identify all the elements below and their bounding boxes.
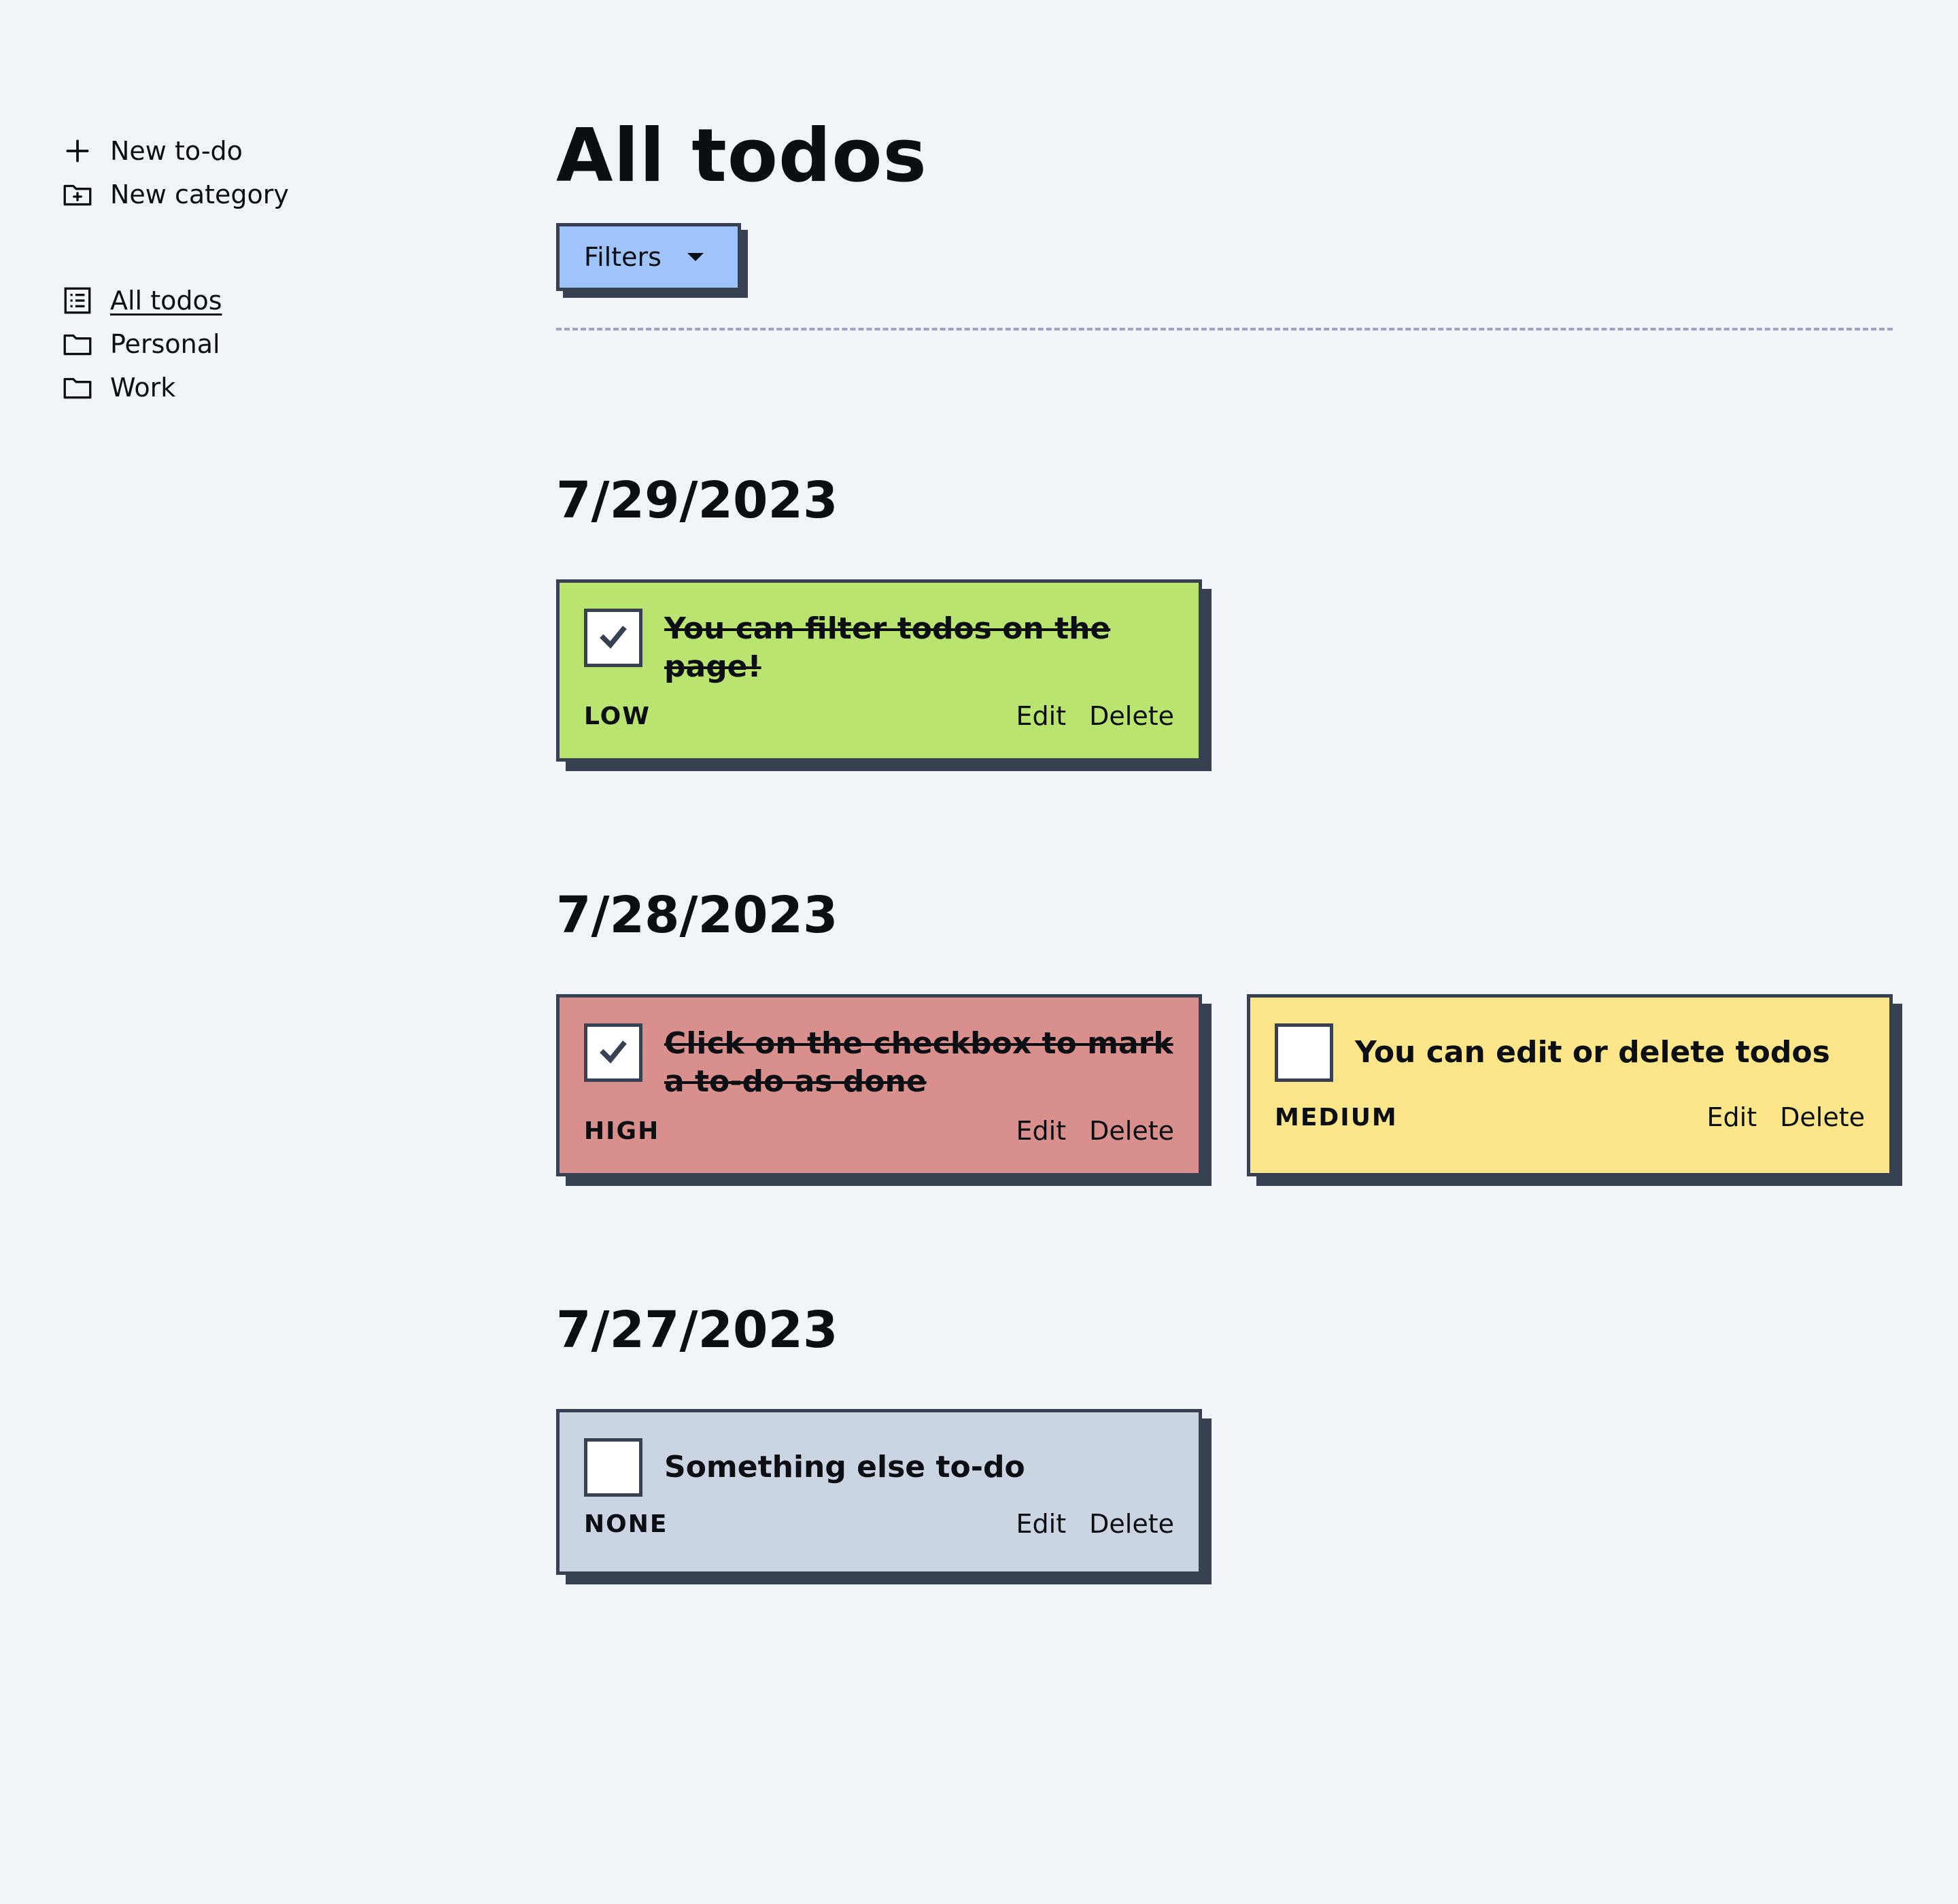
list-icon (60, 283, 95, 318)
sidebar-item-label: All todos (110, 286, 222, 316)
new-todo-button[interactable]: New to-do (60, 129, 468, 173)
todo-card: Something else to-do NONE Edit Delete (556, 1409, 1202, 1575)
date-group: 7/28/2023 Click on the checkbox to mark … (556, 881, 1895, 1176)
new-todo-label: New to-do (110, 136, 243, 166)
date-group: 7/29/2023 You can filter todos on the pa… (556, 466, 1895, 762)
date-heading: 7/28/2023 (556, 886, 838, 945)
todo-card: You can edit or delete todos MEDIUM Edit… (1247, 994, 1893, 1176)
date-heading: 7/27/2023 (556, 1301, 838, 1359)
sidebar: New to-do New category All todos Persona… (60, 129, 468, 409)
new-category-label: New category (110, 180, 289, 209)
priority-label: LOW (584, 702, 651, 730)
sidebar-item-all-todos[interactable]: All todos (60, 279, 468, 322)
todo-title: Something else to-do (664, 1450, 1025, 1484)
todo-checkbox[interactable] (584, 1438, 642, 1497)
folder-plus-icon (60, 177, 95, 212)
plus-icon (60, 133, 95, 169)
sidebar-item-label: Personal (110, 329, 220, 359)
checkmark-icon (600, 1040, 627, 1064)
todo-checkbox[interactable] (1275, 1023, 1333, 1082)
delete-button[interactable]: Delete (1780, 1102, 1865, 1132)
new-category-button[interactable]: New category (60, 173, 468, 216)
todo-checkbox[interactable] (584, 1023, 642, 1082)
todo-list: Something else to-do NONE Edit Delete (556, 1409, 1895, 1575)
folder-icon (60, 326, 95, 362)
sidebar-item-label: Work (110, 373, 176, 403)
priority-label: MEDIUM (1275, 1103, 1398, 1132)
caret-down-icon (687, 253, 704, 261)
delete-button[interactable]: Delete (1089, 1509, 1174, 1539)
priority-label: NONE (584, 1510, 668, 1538)
page-title: All todos (556, 114, 927, 199)
todo-title: You can filter todos on the page! (664, 611, 1111, 684)
todo-checkbox[interactable] (584, 609, 642, 667)
edit-button[interactable]: Edit (1016, 1116, 1067, 1146)
edit-button[interactable]: Edit (1016, 1509, 1067, 1539)
main-content: All todos Filters 7/29/2023 You can filt… (556, 109, 1895, 1575)
date-group: 7/27/2023 Something else to-do NONE Edit… (556, 1296, 1895, 1575)
todo-title: You can edit or delete todos (1355, 1035, 1830, 1070)
checkmark-icon (600, 626, 627, 649)
filters-button[interactable]: Filters (556, 223, 741, 291)
todo-title: Click on the checkbox to mark a to-do as… (664, 1026, 1173, 1099)
edit-button[interactable]: Edit (1707, 1102, 1757, 1132)
date-heading: 7/29/2023 (556, 471, 838, 530)
edit-button[interactable]: Edit (1016, 701, 1067, 731)
folder-icon (60, 370, 95, 405)
todo-list: You can filter todos on the page! LOW Ed… (556, 579, 1895, 762)
delete-button[interactable]: Delete (1089, 1116, 1174, 1146)
filters-label: Filters (584, 242, 662, 272)
todo-card: Click on the checkbox to mark a to-do as… (556, 994, 1202, 1176)
priority-label: HIGH (584, 1117, 660, 1145)
divider (556, 328, 1893, 330)
sidebar-item-work[interactable]: Work (60, 366, 468, 409)
sidebar-item-personal[interactable]: Personal (60, 322, 468, 366)
delete-button[interactable]: Delete (1089, 701, 1174, 731)
todo-list: Click on the checkbox to mark a to-do as… (556, 994, 1895, 1176)
todo-card: You can filter todos on the page! LOW Ed… (556, 579, 1202, 762)
